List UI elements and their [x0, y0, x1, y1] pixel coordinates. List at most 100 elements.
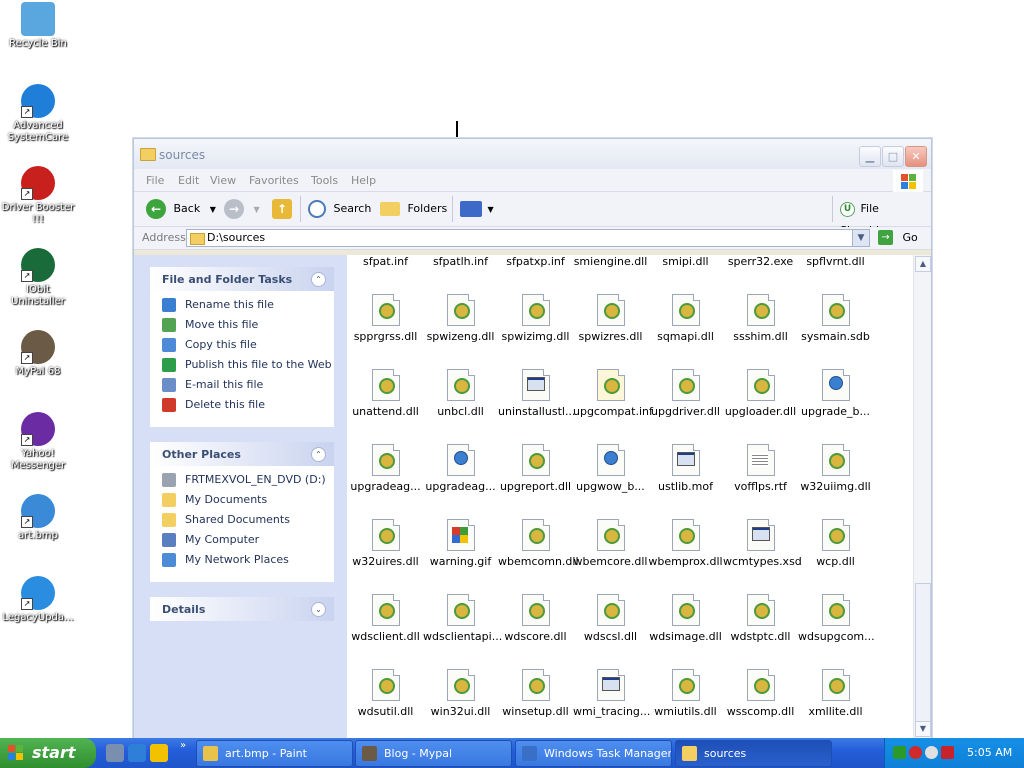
place-dvd-drive[interactable]: FRTMEXVOL_EN_DVD (D:)	[150, 470, 334, 490]
desktop-icon[interactable]: ↗ art.bmp	[0, 494, 76, 542]
folders-button[interactable]: Folders	[380, 198, 447, 220]
file-item[interactable]: upgrade_b...	[798, 369, 873, 418]
file-item[interactable]: wdsutil.dll	[348, 669, 423, 718]
file-item[interactable]: wdsimage.dll	[648, 594, 723, 643]
file-item[interactable]: upgradeag...	[348, 444, 423, 493]
file-item[interactable]: wbemcore.dll	[573, 519, 648, 568]
file-item[interactable]: w32uiimg.dll	[798, 444, 873, 493]
file-item[interactable]: wdscsl.dll	[573, 594, 648, 643]
up-folder-button[interactable]: ↑	[272, 198, 292, 220]
other-places-header[interactable]: Other Places ⌃	[150, 442, 334, 466]
tray-shield-icon[interactable]	[941, 746, 954, 759]
file-item[interactable]: spwizeng.dll	[423, 294, 498, 343]
task-copy[interactable]: Copy this file	[150, 335, 334, 355]
scrollbar-thumb[interactable]	[915, 583, 931, 723]
file-item[interactable]: xmllite.dll	[798, 669, 873, 718]
collapse-icon[interactable]: ⌃	[311, 272, 326, 287]
tray-app-icon[interactable]	[893, 746, 906, 759]
file-item[interactable]: upgreport.dll	[498, 444, 573, 493]
file-item[interactable]: wbemprox.dll	[648, 519, 723, 568]
place-my-computer[interactable]: My Computer	[150, 530, 334, 550]
taskbar-button-paint[interactable]: art.bmp - Paint	[196, 740, 353, 767]
file-item[interactable]: spprgrss.dll	[348, 294, 423, 343]
file-item[interactable]: wdsclientapi...	[423, 594, 502, 643]
file-item[interactable]: smipi.dll	[648, 255, 723, 268]
menu-view[interactable]: View	[210, 174, 236, 187]
maximize-button[interactable]: □	[882, 146, 904, 167]
views-button[interactable]: ▼	[460, 198, 494, 220]
desktop-icon[interactable]: Recycle Bin	[0, 2, 76, 50]
title-bar[interactable]: sources ▁ □ ✕	[134, 139, 931, 169]
taskbar-button-task-manager[interactable]: Windows Task Manager	[515, 740, 672, 767]
file-shredder-button[interactable]: U File Shredder	[840, 198, 931, 237]
place-shared-documents[interactable]: Shared Documents	[150, 510, 334, 530]
back-dropdown-icon[interactable]: ▼	[210, 205, 216, 214]
desktop-icon[interactable]: ↗ MyPal 68	[0, 330, 76, 378]
file-item[interactable]: sfpat.inf	[348, 255, 423, 268]
show-desktop-icon[interactable]	[106, 744, 124, 762]
file-item[interactable]: wdstptc.dll	[723, 594, 798, 643]
desktop-icon[interactable]: ↗ Driver Booster !!!	[0, 166, 76, 226]
collapse-icon[interactable]: ⌃	[311, 447, 326, 462]
task-delete[interactable]: Delete this file	[150, 395, 334, 415]
address-input[interactable]: D:\sources	[186, 229, 870, 247]
scroll-up-icon[interactable]: ▲	[915, 256, 931, 272]
file-item[interactable]: uninstallustl...	[498, 369, 575, 418]
file-item[interactable]: unattend.dll	[348, 369, 423, 418]
file-item[interactable]: warning.gif	[423, 519, 498, 568]
file-item[interactable]: wmiutils.dll	[648, 669, 723, 718]
file-item[interactable]: upgcompat.inf	[573, 369, 653, 418]
file-item[interactable]: sfpatxp.inf	[498, 255, 573, 268]
file-item[interactable]: upgradeag...	[423, 444, 498, 493]
file-item[interactable]: wmi_tracing...	[573, 669, 650, 718]
forward-button[interactable]: → ▼	[224, 198, 260, 220]
place-my-documents[interactable]: My Documents	[150, 490, 334, 510]
menu-help[interactable]: Help	[351, 174, 376, 187]
desktop-icon[interactable]: ↗ LegacyUpda...	[0, 576, 76, 624]
menu-file[interactable]: File	[146, 174, 164, 187]
forward-dropdown-icon[interactable]: ▼	[254, 205, 260, 214]
file-item[interactable]: unbcl.dll	[423, 369, 498, 418]
taskbar-button-folder[interactable]: sources	[675, 740, 832, 767]
file-item[interactable]: spwizimg.dll	[498, 294, 573, 343]
file-folder-tasks-header[interactable]: File and Folder Tasks ⌃	[150, 267, 334, 291]
vertical-scrollbar[interactable]: ▲ ▼	[913, 255, 931, 739]
file-item[interactable]: sqmapi.dll	[648, 294, 723, 343]
task-publish-web[interactable]: Publish this file to the Web	[150, 355, 334, 375]
details-header[interactable]: Details ⌄	[150, 597, 334, 621]
task-move[interactable]: Move this file	[150, 315, 334, 335]
file-item[interactable]: wdsupgcom...	[798, 594, 875, 643]
file-item[interactable]: wcp.dll	[798, 519, 873, 568]
place-network-places[interactable]: My Network Places	[150, 550, 334, 570]
file-item[interactable]: vofflps.rtf	[723, 444, 798, 493]
address-dropdown-icon[interactable]: ▼	[852, 229, 870, 247]
menu-tools[interactable]: Tools	[311, 174, 338, 187]
file-item[interactable]: winsetup.dll	[498, 669, 573, 718]
messenger-icon[interactable]	[150, 744, 168, 762]
start-button[interactable]: start	[0, 738, 96, 768]
desktop-icon[interactable]: ↗ Yahoo! Messenger	[0, 412, 76, 472]
file-item[interactable]: sperr32.exe	[723, 255, 798, 268]
views-dropdown-icon[interactable]: ▼	[488, 205, 494, 214]
go-button[interactable]: → Go	[878, 230, 918, 245]
desktop-icon[interactable]: ↗ IObit Uninstaller	[0, 248, 76, 308]
taskbar-button-mypal[interactable]: Blog - Mypal	[355, 740, 512, 767]
file-item[interactable]: sfpatlh.inf	[423, 255, 498, 268]
tray-volume-icon[interactable]	[925, 746, 938, 759]
file-item[interactable]: wbemcomn.dll	[498, 519, 579, 568]
file-item[interactable]: upgloader.dll	[723, 369, 798, 418]
file-item[interactable]: wdsclient.dll	[348, 594, 423, 643]
task-email[interactable]: E-mail this file	[150, 375, 334, 395]
minimize-button[interactable]: ▁	[859, 146, 881, 167]
desktop-icon[interactable]: ↗ Advanced SystemCare	[0, 84, 76, 144]
file-item[interactable]: smiengine.dll	[573, 255, 648, 268]
file-item[interactable]: wdscore.dll	[498, 594, 573, 643]
menu-edit[interactable]: Edit	[178, 174, 199, 187]
quick-launch-chevron-icon[interactable]: »	[180, 740, 186, 751]
ie-icon[interactable]	[128, 744, 146, 762]
file-item[interactable]: ustlib.mof	[648, 444, 723, 493]
file-item[interactable]: upgdriver.dll	[648, 369, 723, 418]
file-item[interactable]: win32ui.dll	[423, 669, 498, 718]
expand-icon[interactable]: ⌄	[311, 602, 326, 617]
file-item[interactable]: ssshim.dll	[723, 294, 798, 343]
